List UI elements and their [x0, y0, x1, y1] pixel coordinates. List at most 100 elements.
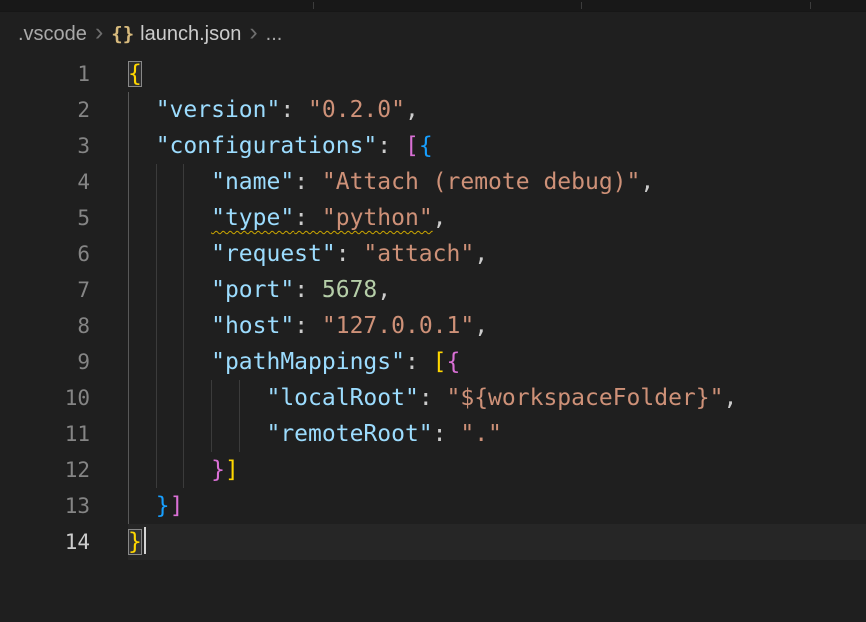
code-token: :: [294, 313, 322, 339]
code-line[interactable]: 1{: [0, 56, 866, 92]
line-number[interactable]: 7: [0, 272, 90, 308]
code-line[interactable]: 7 "port": 5678,: [0, 272, 866, 308]
code-line[interactable]: 12 }]: [0, 452, 866, 488]
line-number[interactable]: 8: [0, 308, 90, 344]
code-content: "host": "127.0.0.1",: [128, 308, 866, 344]
breadcrumb-file[interactable]: launch.json: [140, 23, 241, 46]
code-token: "type": [211, 205, 294, 231]
code-line[interactable]: 5 "type": "python",: [0, 200, 866, 236]
code-line[interactable]: 6 "request": "attach",: [0, 236, 866, 272]
line-number[interactable]: 3: [0, 128, 90, 164]
indent-guide: [156, 272, 157, 308]
code-content: }]: [128, 488, 866, 524]
line-number[interactable]: 12: [0, 452, 90, 488]
code-token: }: [128, 529, 142, 555]
code-line[interactable]: 2 "version": "0.2.0",: [0, 92, 866, 128]
indent-guide: [211, 380, 212, 416]
code-line[interactable]: 4 "name": "Attach (remote debug)",: [0, 164, 866, 200]
breadcrumb-symbol-overflow[interactable]: ...: [266, 23, 283, 46]
indent-spaces: [128, 205, 211, 231]
code-token: :: [433, 421, 461, 447]
code-line[interactable]: 3 "configurations": [{: [0, 128, 866, 164]
indent-guide: [183, 308, 184, 344]
indent-guide: [128, 164, 129, 200]
indent-spaces: [128, 493, 156, 519]
json-braces-icon: {}: [111, 23, 134, 45]
code-token: }: [156, 493, 170, 519]
code-line[interactable]: 11 "remoteRoot": ".": [0, 416, 866, 452]
editor[interactable]: 1{2 "version": "0.2.0",3 "configurations…: [0, 56, 866, 560]
code-content: "port": 5678,: [128, 272, 866, 308]
code-line[interactable]: 9 "pathMappings": [{: [0, 344, 866, 380]
code-token: :: [336, 241, 364, 267]
line-number[interactable]: 13: [0, 488, 90, 524]
breadcrumb-folder[interactable]: .vscode: [18, 23, 87, 46]
indent-spaces: [128, 457, 211, 483]
code-token: "Attach (remote debug)": [322, 169, 641, 195]
chevron-right-icon: ›: [93, 20, 105, 45]
code-token: }: [211, 457, 225, 483]
code-token: "0.2.0": [308, 97, 405, 123]
indent-guide: [156, 416, 157, 452]
code-line[interactable]: 13 }]: [0, 488, 866, 524]
tab-separator: [581, 2, 582, 9]
breadcrumb: .vscode › {} launch.json › ...: [0, 12, 866, 56]
indent-spaces: [128, 133, 156, 159]
code-token: :: [280, 97, 308, 123]
line-number[interactable]: 14: [0, 524, 90, 560]
indent-spaces: [128, 421, 266, 447]
indent-spaces: [128, 241, 211, 267]
indent-guide: [128, 92, 129, 128]
indent-guide: [156, 452, 157, 488]
code-token: :: [294, 277, 322, 303]
line-number[interactable]: 5: [0, 200, 90, 236]
indent-spaces: [128, 97, 156, 123]
line-number[interactable]: 4: [0, 164, 90, 200]
code-token: "${workspaceFolder}": [447, 385, 724, 411]
code-token: 5678: [322, 277, 377, 303]
indent-spaces: [128, 277, 211, 303]
code-token: "version": [156, 97, 281, 123]
line-number[interactable]: 6: [0, 236, 90, 272]
code-area: 1{2 "version": "0.2.0",3 "configurations…: [0, 56, 866, 560]
indent-guide: [128, 416, 129, 452]
code-token: ]: [170, 493, 184, 519]
code-token: ,: [474, 241, 488, 267]
indent-guide: [183, 344, 184, 380]
code-line[interactable]: 10 "localRoot": "${workspaceFolder}",: [0, 380, 866, 416]
code-token: :: [294, 169, 322, 195]
code-line[interactable]: 8 "host": "127.0.0.1",: [0, 308, 866, 344]
code-token: {: [447, 349, 461, 375]
indent-guide: [156, 236, 157, 272]
code-line[interactable]: 14}: [0, 524, 866, 560]
code-token: ,: [377, 277, 391, 303]
indent-guide: [128, 128, 129, 164]
code-token: ,: [433, 205, 447, 231]
indent-guide: [156, 200, 157, 236]
indent-guide: [183, 416, 184, 452]
tab-separator: [313, 2, 314, 9]
code-token: [: [433, 349, 447, 375]
line-number[interactable]: 10: [0, 380, 90, 416]
line-number[interactable]: 1: [0, 56, 90, 92]
indent-guide: [156, 308, 157, 344]
line-number[interactable]: 11: [0, 416, 90, 452]
code-content: }: [128, 524, 866, 560]
indent-guide: [128, 488, 129, 524]
code-token: "localRoot": [266, 385, 418, 411]
indent-spaces: [128, 313, 211, 339]
code-token: :: [294, 205, 322, 231]
indent-guide: [156, 344, 157, 380]
indent-guide: [239, 416, 240, 452]
code-content: "configurations": [{: [128, 128, 866, 164]
line-number[interactable]: 2: [0, 92, 90, 128]
code-token: [: [405, 133, 419, 159]
code-token: ]: [225, 457, 239, 483]
code-token: "port": [211, 277, 294, 303]
indent-guide: [128, 236, 129, 272]
indent-guide: [183, 200, 184, 236]
code-token: ,: [723, 385, 737, 411]
code-content: "localRoot": "${workspaceFolder}",: [128, 380, 866, 416]
line-number[interactable]: 9: [0, 344, 90, 380]
tab-bar: [0, 0, 866, 12]
